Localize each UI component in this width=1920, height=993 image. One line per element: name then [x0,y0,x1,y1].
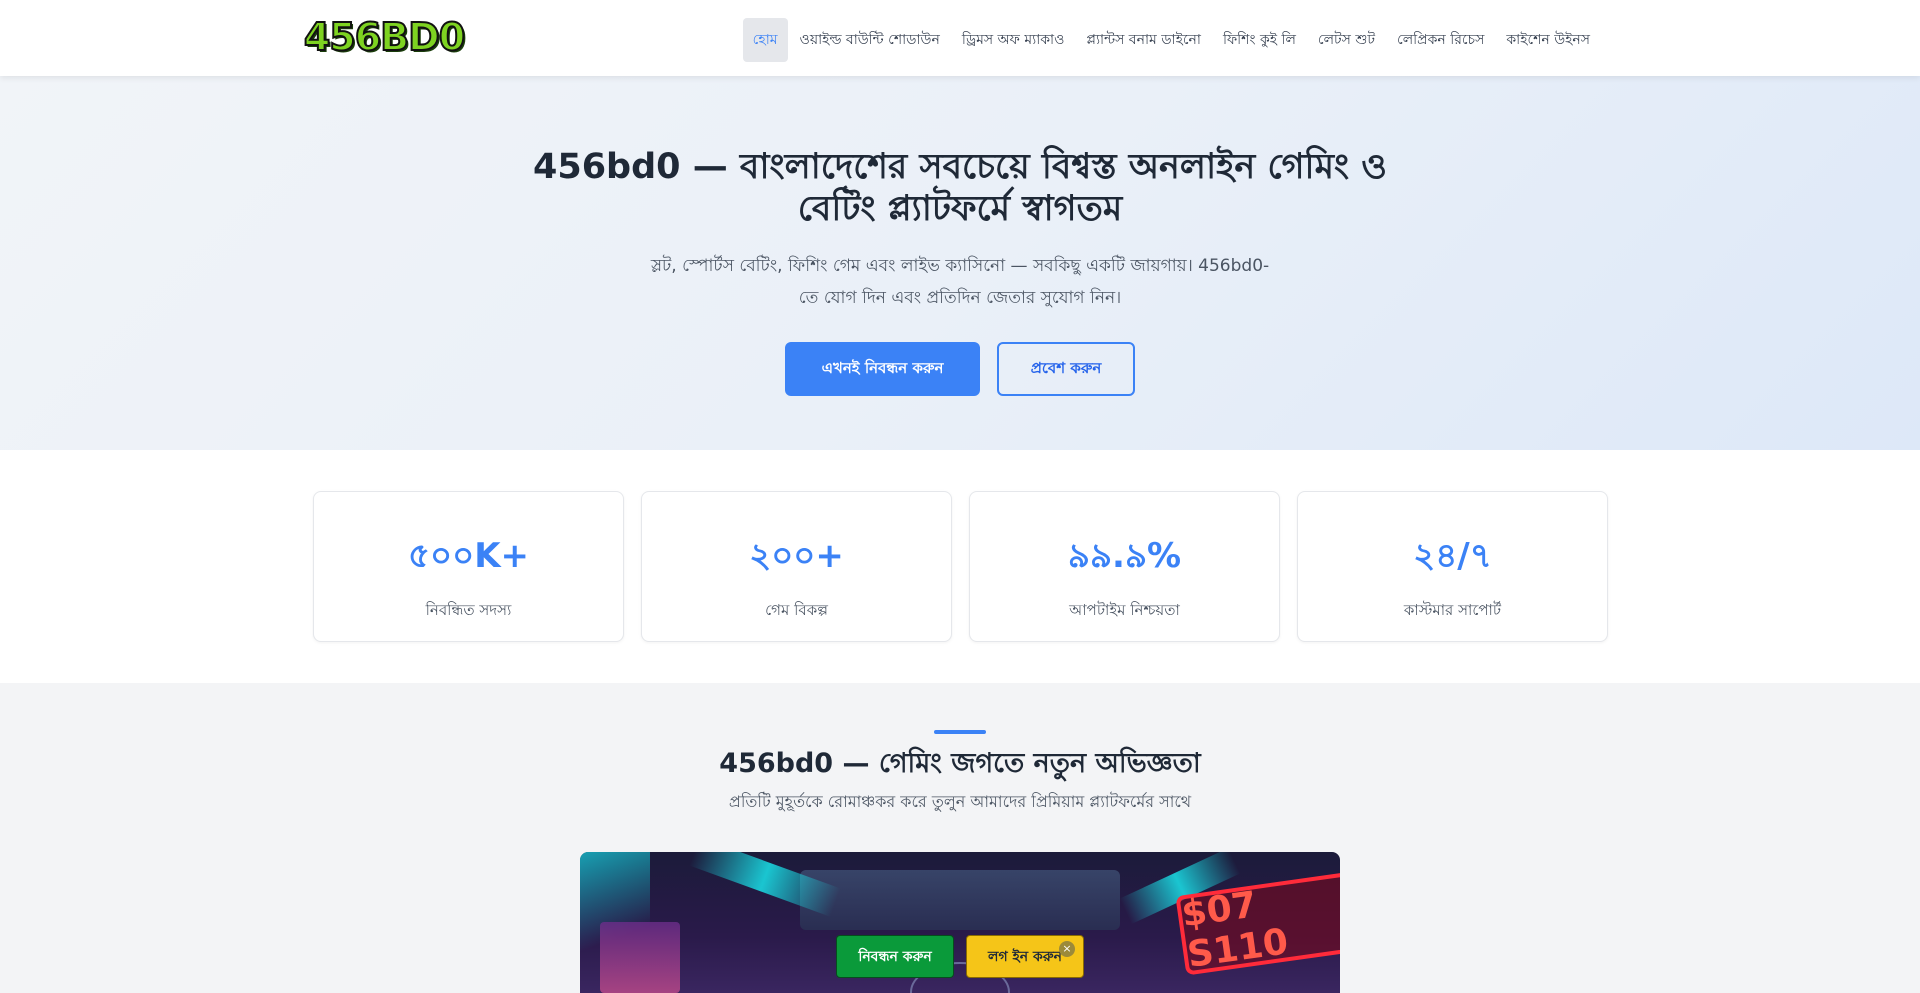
slot-machine-graphic [600,922,680,993]
floating-register-button[interactable]: নিবন্ধন করুন [836,935,954,978]
nav-item-home[interactable]: হোম [742,18,788,62]
hero-subtitle: স্লট, স্পোর্টস বেটিং, ফিশিং গেম এবং লাইভ… [640,250,1280,314]
stat-label: কাস্টমার সাপোর্ট [1403,601,1502,619]
stat-card-support: ২৪/৭ কাস্টমার সাপোর্ট [1297,491,1608,642]
stat-label: আপটাইম নিশ্চয়তা [1069,601,1180,619]
stat-card-games: ২০০+ গেম বিকল্প [641,491,952,642]
experience-section: 456bd0 — গেমিং জগতে নতুন অভিজ্ঞতা প্রতিট… [0,683,1920,993]
nav-item-lets-shoot[interactable]: লেটস শুট [1308,18,1385,62]
main-nav: হোম ওয়াইল্ড বাউন্টি শোডাউন ড্রিমস অফ ম্… [742,18,1600,62]
nav-item-caishen-wins[interactable]: কাইশেন উইনস [1496,18,1600,62]
hero-title: 456bd0 — বাংলাদেশের সবচেয়ে বিশ্বস্ত অনল… [0,146,1920,230]
close-icon[interactable]: × [1059,941,1075,957]
hero-title-line2: বেটিং প্ল্যাটফর্মে স্বাগতম [797,189,1123,229]
stat-value: ২৪/৭ [1413,536,1492,576]
brand-logo[interactable]: 456BD0 [303,14,466,60]
neon-light-beam [689,852,841,917]
casino-ceiling [800,870,1120,930]
stat-value: ৫০০K+ [407,536,530,576]
nav-item-leprechaun-riches[interactable]: লেপ্রিকন রিচেস [1387,18,1494,62]
stat-value: ৯৯.৯% [1067,536,1182,576]
nav-item-dreams-of-macau[interactable]: ড্রিমস অফ ম্যাকাও [952,18,1075,62]
nav-item-fishing-qui-li[interactable]: ফিশিং কুই লি [1213,18,1306,62]
hero-title-line1: 456bd0 — বাংলাদেশের সবচেয়ে বিশ্বস্ত অনল… [532,147,1388,187]
logo-text: 456BD0 [303,14,466,60]
hero-section: 456bd0 — বাংলাদেশের সবচেয়ে বিশ্বস্ত অনল… [0,76,1920,450]
section-subtitle: প্রতিটি মুহূর্তকে রোমাঞ্চকর করে তুলুন আম… [728,792,1192,811]
site-header: 456BD0 হোম ওয়াইল্ড বাউন্টি শোডাউন ড্রিম… [0,0,1920,76]
login-button[interactable]: প্রবেশ করুন [997,342,1135,396]
stat-value: ২০০+ [749,536,844,576]
hero-subtitle-line2: তে যোগ দিন এবং প্রতিদিন জেতার সুযোগ নিন। [798,288,1122,308]
stat-label: নিবন্ধিত সদস্য [425,601,512,619]
section-accent-bar [934,730,986,734]
stat-card-uptime: ৯৯.৯% আপটাইম নিশ্চয়তা [969,491,1280,642]
hero-subtitle-line1: স্লট, স্পোর্টস বেটিং, ফিশিং গেম এবং লাইভ… [650,256,1270,276]
stat-card-members: ৫০০K+ নিবন্ধিত সদস্য [313,491,624,642]
nav-item-plants-vs-dino[interactable]: প্ল্যান্টস বনাম ডাইনো [1076,18,1211,62]
register-now-button[interactable]: এখনই নিবন্ধন করুন [785,342,980,396]
section-title: 456bd0 — গেমিং জগতে নতুন অভিজ্ঞতা [719,748,1201,779]
stat-label: গেম বিকল্প [765,601,828,619]
casino-banner-image: $07 S110 [580,852,1340,993]
stats-section: ৫০০K+ নিবন্ধিত সদস্য ২০০+ গেম বিকল্প ৯৯.… [0,450,1920,683]
nav-item-wild-bounty-showdown[interactable]: ওয়াইল্ড বাউন্টি শোডাউন [790,18,950,62]
